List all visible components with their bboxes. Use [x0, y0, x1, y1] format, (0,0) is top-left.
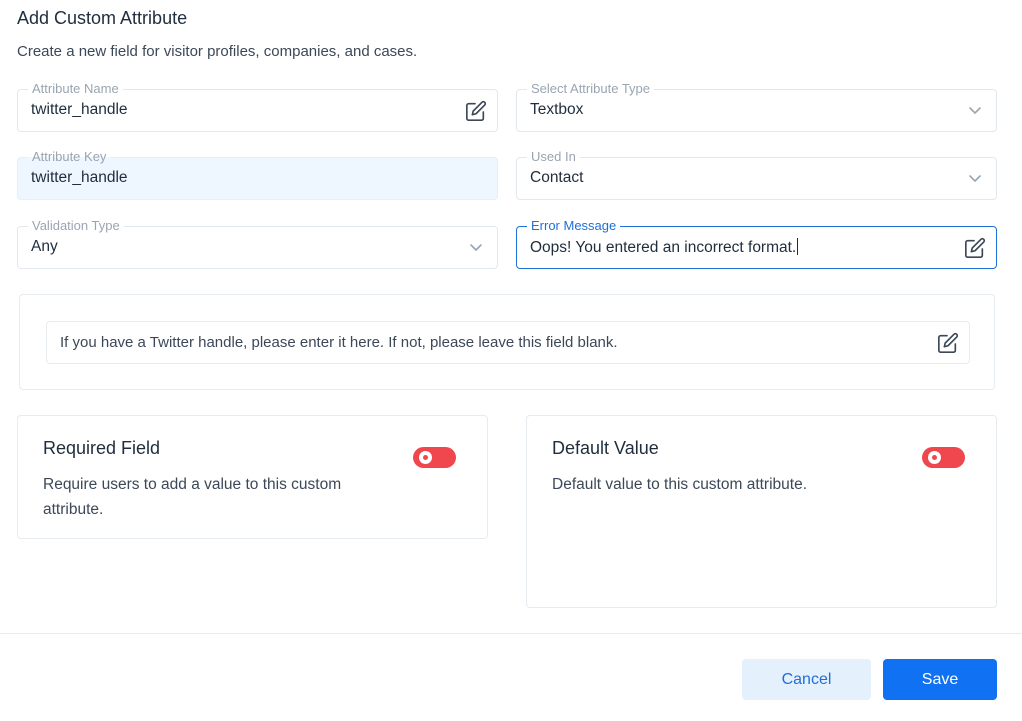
attribute-key-label: Attribute Key: [28, 149, 111, 165]
required-field-description: Require users to add a value to this cus…: [43, 476, 342, 518]
edit-icon[interactable]: [964, 237, 986, 259]
required-field-card: Required Field Require users to add a va…: [17, 415, 488, 539]
page-subtitle: Create a new field for visitor profiles,…: [17, 43, 418, 60]
chevron-down-icon: [969, 175, 981, 182]
edit-icon[interactable]: [465, 100, 487, 122]
attribute-key-value: twitter_handle: [31, 169, 128, 186]
attribute-key-field: Attribute Key twitter_handle: [17, 149, 498, 200]
toggle-knob: [928, 451, 941, 464]
hint-text-field[interactable]: If you have a Twitter handle, please ent…: [46, 321, 970, 364]
cancel-button[interactable]: Cancel: [742, 659, 871, 700]
chevron-down-icon: [969, 107, 981, 114]
attribute-type-label: Select Attribute Type: [527, 81, 654, 97]
attribute-name-value: twitter_handle: [31, 101, 128, 118]
default-value-description: Default value to this custom attribute.: [552, 476, 808, 493]
required-field-title: Required Field: [43, 438, 161, 458]
used-in-label: Used In: [527, 149, 580, 165]
default-value-title: Default Value: [552, 438, 659, 458]
error-message-label: Error Message: [527, 218, 621, 234]
error-message-field[interactable]: Error Message Oops! You entered an incor…: [516, 218, 997, 269]
text-caret: [797, 238, 799, 255]
chevron-down-icon: [470, 244, 482, 251]
default-value-card: Default Value Default value to this cust…: [526, 415, 997, 608]
hint-text-value: If you have a Twitter handle, please ent…: [60, 334, 618, 351]
attribute-name-field[interactable]: Attribute Name twitter_handle: [17, 81, 498, 132]
validation-type-label: Validation Type: [28, 218, 124, 234]
attribute-type-value: Textbox: [530, 101, 584, 118]
hint-card: If you have a Twitter handle, please ent…: [19, 294, 995, 390]
error-message-value: Oops! You entered an incorrect format.: [530, 238, 799, 256]
validation-type-select[interactable]: Validation Type Any: [17, 218, 498, 269]
footer-divider: [0, 633, 1022, 634]
required-field-toggle[interactable]: [413, 447, 456, 468]
edit-icon[interactable]: [937, 332, 959, 354]
attribute-name-label: Attribute Name: [28, 81, 123, 97]
used-in-select[interactable]: Used In Contact: [516, 149, 997, 200]
used-in-value: Contact: [530, 169, 584, 186]
default-value-toggle[interactable]: [922, 447, 965, 468]
save-button[interactable]: Save: [883, 659, 997, 700]
toggle-knob: [419, 451, 432, 464]
validation-type-value: Any: [31, 238, 58, 255]
page-title: Add Custom Attribute: [17, 8, 188, 28]
attribute-type-select[interactable]: Select Attribute Type Textbox: [516, 81, 997, 132]
